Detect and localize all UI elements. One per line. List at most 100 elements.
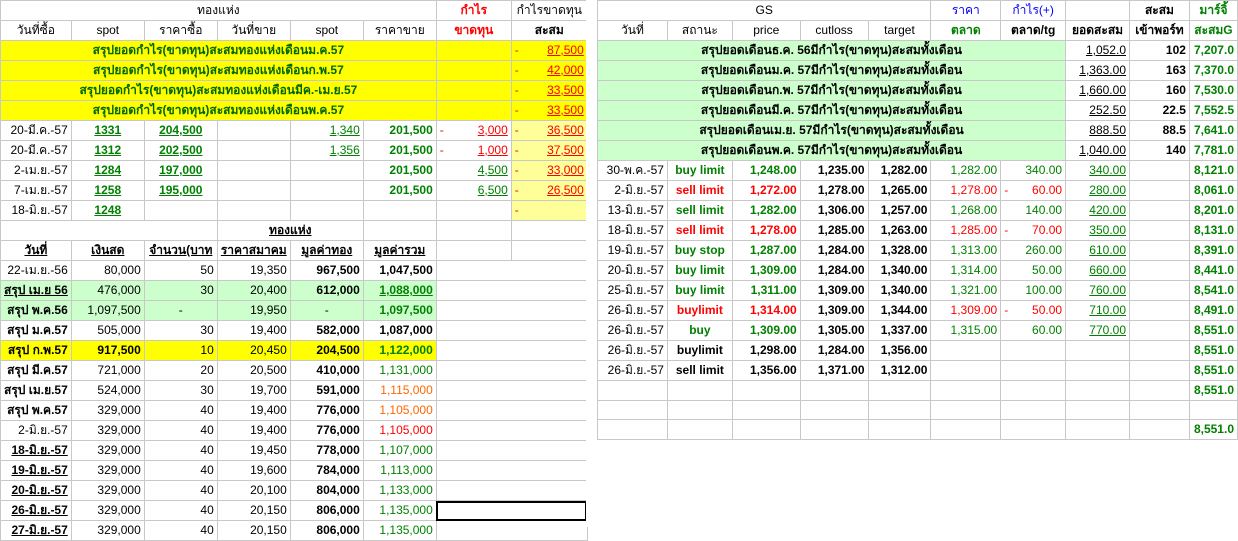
accumulated[interactable]: 36,500 [510,120,588,141]
trade-cutloss[interactable] [799,380,869,401]
profit-loss[interactable] [435,200,512,221]
trade-margin[interactable]: 8,551.0 [1188,360,1238,381]
summary-acc[interactable]: 42,000 [510,60,588,81]
holding-date[interactable]: 22-เม.ย.-56 [0,260,72,281]
assoc-price[interactable]: 19,400 [216,420,291,441]
holding-date[interactable]: สรุป มี.ค.57 [0,360,72,381]
trade-target[interactable]: 1,282.00 [867,160,932,181]
sell-spot[interactable] [289,200,364,221]
trade-date[interactable]: 13-มิ.ย.-57 [597,200,668,221]
trade-acc[interactable]: 420.00 [1065,200,1130,221]
trade-acc[interactable]: 660.00 [1065,260,1130,281]
trade-pl[interactable]: 100.00 [1000,280,1067,301]
trade-status[interactable]: buy limit [666,280,733,301]
gold-value[interactable]: 410,000 [289,360,364,381]
blank[interactable] [1129,280,1190,301]
blank[interactable] [435,400,588,421]
total-value[interactable]: 1,131,000 [362,360,437,381]
summary-label[interactable]: สรุปยอดกำไร(ขาดทุน)สะสมทองแห่งเดือนม.ค.5… [0,40,437,61]
trade-date[interactable]: 30-พ.ค.-57 [597,160,668,181]
trade-target[interactable]: 1,337.00 [867,320,932,341]
buy-spot[interactable]: 1258 [70,180,145,201]
sell-spot[interactable] [289,160,364,181]
trade-price[interactable]: 1,356.00 [731,360,801,381]
trade-price[interactable]: 1,314.00 [731,300,801,321]
port-value[interactable]: 102 [1129,40,1190,61]
blank[interactable] [510,220,588,241]
trade-status[interactable]: sell limit [666,360,733,381]
blank[interactable] [435,220,512,241]
trade-margin[interactable] [1188,400,1238,420]
market-price[interactable]: 1,313.00 [930,240,1002,261]
gold-value[interactable]: 804,000 [289,480,364,501]
trade-acc[interactable] [1065,360,1130,381]
summary-acc[interactable]: 1,040.00 [1065,140,1130,161]
total-value[interactable]: 1,115,000 [362,380,437,401]
column-header[interactable]: สะสมG [1188,20,1238,41]
blank[interactable] [1129,260,1190,281]
assoc-price[interactable]: 19,450 [216,440,291,461]
trade-price[interactable]: 1,272.00 [731,180,801,201]
trade-status[interactable]: buy limit [666,160,733,181]
cash[interactable]: 1,097,500 [70,300,145,321]
blank[interactable] [1129,240,1190,261]
cash[interactable]: 329,000 [70,420,145,441]
market-price[interactable] [930,340,1002,361]
market-price[interactable] [930,360,1002,381]
sell-date[interactable] [216,200,291,221]
trade-target[interactable]: 1,263.00 [867,220,932,241]
quantity[interactable]: 40 [143,420,218,441]
trade-margin[interactable]: 8,061.0 [1188,180,1238,201]
trade-price[interactable] [731,380,801,401]
trade-margin[interactable]: 8,551.0 [1188,419,1238,440]
trade-price[interactable]: 1,278.00 [731,220,801,241]
profit-loss[interactable]: 4,500 [435,160,512,181]
port-value[interactable]: 140 [1129,140,1190,161]
trade-date[interactable]: 25-มิ.ย.-57 [597,280,668,301]
trade-date[interactable]: 26-มิ.ย.-57 [597,360,668,381]
quantity[interactable]: 40 [143,460,218,481]
trade-price[interactable] [731,419,801,440]
total-value[interactable]: 1,135,000 [362,520,437,541]
gold-value[interactable]: 967,500 [289,260,364,281]
margin-value[interactable]: 7,207.0 [1188,40,1238,61]
holding-date[interactable]: สรุป ก.พ.57 [0,340,72,361]
trade-cutloss[interactable]: 1,285.00 [799,220,869,241]
column-header[interactable]: วันที่ขาย [216,20,291,41]
trade-margin[interactable]: 8,201.0 [1188,200,1238,221]
trade-date[interactable] [597,419,668,440]
summary-label[interactable]: สรุปยอดเดือนม.ค. 57มีกำไร(ขาดทุน)สะสมทั้… [596,60,1067,81]
column-header[interactable]: target [867,20,932,41]
trade-acc[interactable] [1065,419,1130,440]
buy-price[interactable]: 202,500 [143,140,218,161]
summary-blank[interactable] [435,40,512,61]
assoc-price[interactable]: 20,400 [216,280,291,301]
buy-spot[interactable]: 1284 [70,160,145,181]
header-acc[interactable]: สะสม [1129,0,1190,21]
header-profit[interactable]: กำไร [435,0,512,21]
trade-target[interactable]: 1,344.00 [867,300,932,321]
buy-spot[interactable]: 1331 [70,120,145,141]
blank[interactable] [1129,340,1190,361]
header-price[interactable]: ราคา [930,0,1002,21]
trade-status[interactable]: sell limit [666,220,733,241]
trade-acc[interactable]: 610.00 [1065,240,1130,261]
trade-cutloss[interactable]: 1,278.00 [799,180,869,201]
trade-status[interactable]: sell limit [666,180,733,201]
trade-price[interactable]: 1,311.00 [731,280,801,301]
holding-header[interactable]: จำนวน(บาท [143,240,218,261]
total-value[interactable]: 1,133,000 [362,480,437,501]
trade-target[interactable] [867,380,932,401]
trade-date[interactable]: 2-มิ.ย.-57 [597,180,668,201]
trade-price[interactable]: 1,248.00 [731,160,801,181]
trade-acc[interactable]: 280.00 [1065,180,1130,201]
market-price[interactable]: 1,282.00 [930,160,1002,181]
trade-cutloss[interactable]: 1,284.00 [799,340,869,361]
buy-price[interactable]: 195,000 [143,180,218,201]
total-value[interactable]: 1,105,000 [362,420,437,441]
cash[interactable]: 80,000 [70,260,145,281]
trade-price[interactable]: 1,287.00 [731,240,801,261]
column-header[interactable]: price [731,20,801,41]
trade-cutloss[interactable]: 1,305.00 [799,320,869,341]
assoc-price[interactable]: 19,600 [216,460,291,481]
